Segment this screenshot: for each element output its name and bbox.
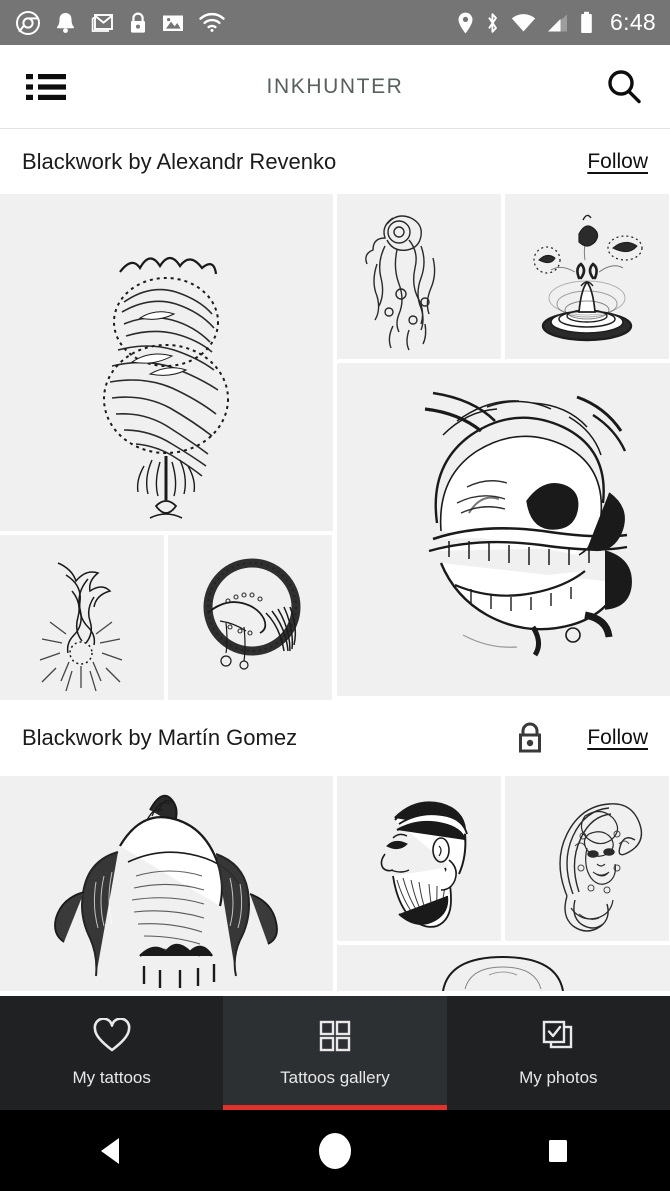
tattoo-tile[interactable] [505,194,669,359]
page-title: INKHUNTER [266,74,404,98]
nav-label: Tattoos gallery [280,1068,390,1087]
tattoo-tile[interactable] [505,776,669,941]
photo-icon [161,12,185,34]
list-menu-icon[interactable] [22,63,70,111]
gallery-right-row [337,776,670,941]
section-title: Blackwork by Alexandr Revenko [22,148,337,174]
home-circle-icon[interactable] [295,1121,375,1181]
status-bar-clock: 6:48 [610,9,656,35]
heart-icon [92,1017,132,1059]
nav-item-my-tattoos[interactable]: My tattoos [0,996,223,1110]
status-bar-right-icons: 6:48 [457,9,656,36]
back-triangle-icon[interactable] [72,1121,152,1181]
cellular-signal-icon [547,13,569,33]
section-header-gomez: Blackwork by Martín Gomez Follow [0,700,670,776]
gallery-right-column [337,194,670,700]
chrome-icon [16,10,40,35]
gallery-gomez [0,776,670,991]
gallery-revenko [0,194,670,700]
bluetooth-icon [485,11,500,35]
section-header-revenko: Blackwork by Alexandr Revenko Follow [0,129,670,194]
padlock-icon [515,721,545,755]
tattoo-tile[interactable] [168,535,332,700]
gallery-right-column [337,776,670,991]
recents-square-icon[interactable] [518,1121,598,1181]
battery-icon [580,11,593,34]
tattoo-tile[interactable] [0,535,164,700]
tattoo-tile[interactable] [337,194,501,359]
nav-label: My tattoos [72,1068,151,1087]
gallery-left-column [0,776,333,991]
tattoo-tile[interactable] [337,363,670,696]
status-bar-left-icons [16,10,457,35]
app-bar: INKHUNTER [0,45,670,128]
nav-item-tattoos-gallery[interactable]: Tattoos gallery [223,996,447,1110]
notification-bell-icon [54,11,77,35]
wifi-icon [199,12,225,33]
nav-item-my-photos[interactable]: My photos [447,996,670,1110]
tattoo-tile[interactable] [0,194,333,531]
gmail-icon [91,11,115,35]
bottom-navigation: My tattoos Tattoos gallery My photos [0,996,670,1110]
android-navigation-bar [0,1110,670,1191]
wifi-signal-icon [511,13,536,33]
tattoo-tile[interactable] [337,945,670,991]
follow-button[interactable]: Follow [587,726,648,750]
checked-photos-icon [539,1018,577,1059]
grid-icon [317,1018,353,1059]
follow-button[interactable]: Follow [587,150,648,174]
search-icon[interactable] [600,63,648,111]
location-pin-icon [457,11,474,35]
gallery-left-column [0,194,333,700]
gallery-right-row [337,194,670,359]
app-root: 6:48 INKHUNTER Blackwork by Alexandr Rev… [0,0,670,1191]
tattoo-tile[interactable] [337,776,501,941]
gallery-left-row [0,535,333,700]
lock-icon [129,11,147,35]
tattoo-tile[interactable] [0,776,333,991]
status-bar: 6:48 [0,0,670,45]
section-title: Blackwork by Martín Gomez [22,725,298,750]
nav-label: My photos [519,1068,598,1087]
